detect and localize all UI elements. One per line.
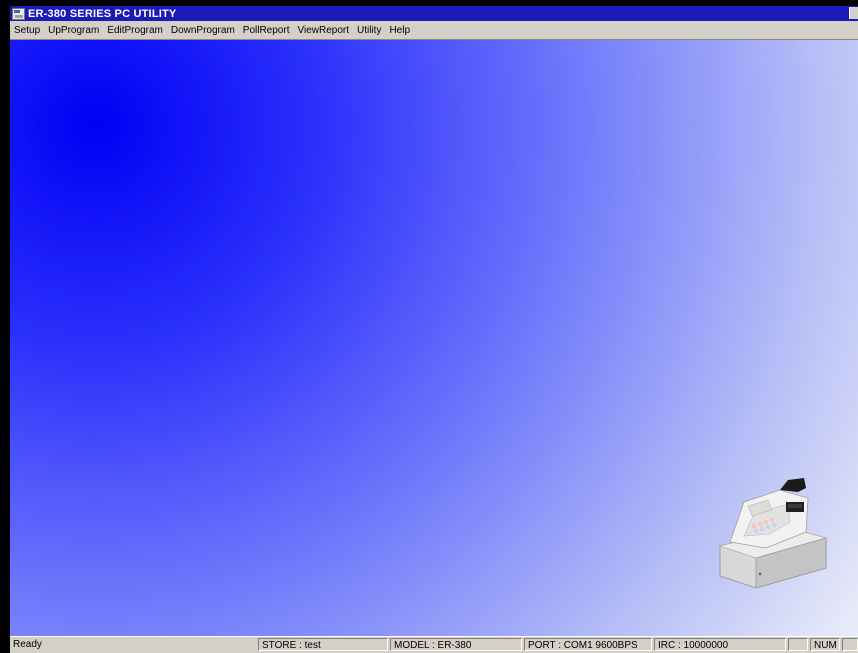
- menu-viewreport[interactable]: ViewReport: [293, 25, 353, 36]
- main-client-area: [10, 40, 858, 636]
- status-irc: IRC : 10000000: [654, 638, 786, 651]
- menu-setup[interactable]: Setup: [10, 25, 44, 36]
- status-model: MODEL : ER-380: [390, 638, 522, 651]
- window-title: ER-380 SERIES PC UTILITY: [28, 7, 177, 20]
- menu-help[interactable]: Help: [385, 25, 414, 36]
- status-port: PORT : COM1 9600BPS: [524, 638, 652, 651]
- menu-downprogram[interactable]: DownProgram: [167, 25, 239, 36]
- app-icon[interactable]: [12, 7, 25, 20]
- status-empty-pane: [788, 638, 808, 651]
- status-empty-pane-2: [842, 638, 858, 651]
- cash-register-image: [718, 478, 828, 589]
- status-ready: Ready: [13, 639, 42, 650]
- status-bar: Ready STORE : test MODEL : ER-380 PORT :…: [10, 636, 858, 653]
- title-bar: ER-380 SERIES PC UTILITY: [10, 6, 858, 21]
- status-num-lock: NUM: [810, 638, 840, 651]
- status-store: STORE : test: [258, 638, 388, 651]
- menu-pollreport[interactable]: PollReport: [239, 25, 294, 36]
- menu-editprogram[interactable]: EditProgram: [103, 25, 167, 36]
- window-control-button[interactable]: [849, 7, 858, 19]
- menu-utility[interactable]: Utility: [353, 25, 385, 36]
- menu-upprogram[interactable]: UpProgram: [44, 25, 103, 36]
- menu-bar: Setup UpProgram EditProgram DownProgram …: [10, 21, 858, 40]
